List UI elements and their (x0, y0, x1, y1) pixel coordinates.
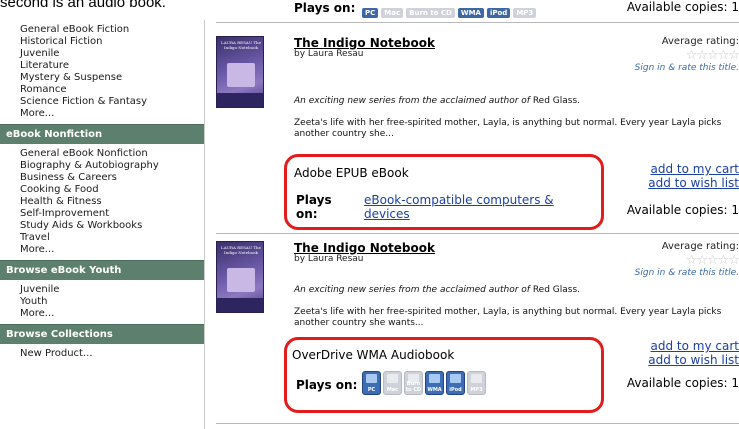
mac-badge[interactable]: Mac (381, 8, 404, 18)
sidebar-header-ebook-youth: Browse eBook Youth (0, 260, 204, 280)
cover-text: LAURA RESAU The Indigo Notebook (221, 40, 261, 50)
ipod-glyph (450, 374, 461, 383)
sidebar-item-juvenile[interactable]: Juvenile (20, 48, 204, 60)
author-text: by Laura Resau (294, 49, 364, 59)
cover-footer (217, 298, 263, 312)
sidebar-item-general-ebook-nonfiction[interactable]: General eBook Nonfiction (20, 148, 204, 160)
available-copies: Available copies: 1 (626, 203, 739, 217)
compatible-devices-link[interactable]: eBook-compatible computers & devices (364, 193, 574, 221)
title-link[interactable]: The Indigo Notebook (294, 36, 435, 50)
sidebar-item-study-aids[interactable]: Study Aids & Workbooks (20, 220, 204, 232)
mp3-label: MP3 (470, 387, 483, 393)
tagline-text: An exciting new series from the acclaime… (294, 285, 580, 295)
sidebar-item-travel[interactable]: Travel (20, 232, 204, 244)
plays-on-label: Plays on: (296, 378, 358, 392)
add-to-wish-list-link[interactable]: add to wish list (648, 353, 739, 367)
fiction-list: General eBook Fiction Historical Fiction… (0, 20, 204, 120)
platform-icons: PC Mac Burn to CD WMA iPod MP3 (362, 371, 486, 395)
wma-badge[interactable]: WMA (457, 8, 484, 18)
sidebar-header-ebook-nonfiction: eBook Nonfiction (0, 124, 204, 144)
title-item-ebook: LAURA RESAU The Indigo Notebook The Indi… (216, 36, 739, 236)
sidebar-item-cooking-food[interactable]: Cooking & Food (20, 184, 204, 196)
tagline-main: An exciting new series from the acclaime… (294, 285, 533, 295)
available-copies: Available copies: 1 (626, 0, 739, 14)
ipod-badge[interactable]: iPod (486, 8, 511, 18)
mac-icon[interactable]: Mac (383, 371, 402, 395)
format-name: Adobe EPUB eBook (294, 166, 409, 180)
pc-badge[interactable]: PC (362, 8, 379, 18)
wma-icon[interactable]: WMA (425, 371, 444, 395)
burn-cd-icon[interactable]: Burn to CD (404, 371, 423, 395)
add-to-cart-link[interactable]: add to my cart (651, 162, 739, 176)
average-rating-label: Average rating: (661, 36, 739, 47)
title-item-audiobook: LAURA RESAU The Indigo Notebook The Indi… (216, 241, 739, 416)
sidebar-item-literature[interactable]: Literature (20, 60, 204, 72)
rating-stars-icon[interactable]: ☆☆☆☆☆ (686, 253, 739, 268)
add-to-wish-list-link[interactable]: add to wish list (648, 176, 739, 190)
cover-art (227, 63, 255, 87)
tagline-text: An exciting new series from the acclaime… (294, 96, 580, 106)
previous-item-row: Plays on: PC Mac Burn to CD WMA iPod MP3… (216, 0, 739, 23)
sign-in-rate-link[interactable]: Sign in & rate this title. (635, 63, 739, 73)
mac-glyph (387, 374, 398, 383)
tagline-book: Red Glass. (532, 96, 581, 106)
description-text: Zeeta's life with her free-spirited moth… (294, 307, 722, 328)
burn-cd-label: Burn to CD (405, 381, 422, 393)
youth-list: Juvenile Youth More... (0, 280, 204, 320)
available-copies: Available copies: 1 (626, 376, 739, 390)
wma-label: WMA (427, 387, 442, 393)
sidebar-item-mystery-suspense[interactable]: Mystery & Suspense (20, 72, 204, 84)
sidebar-item-more-fiction[interactable]: More... (20, 108, 204, 120)
ipod-icon[interactable]: iPod (446, 371, 465, 395)
mp3-icon[interactable]: MP3 (467, 371, 486, 395)
sidebar-item-business-careers[interactable]: Business & Careers (20, 172, 204, 184)
sidebar-item-new-product[interactable]: New Product... (20, 348, 204, 360)
wma-glyph (429, 374, 440, 383)
sidebar: General eBook Fiction Historical Fiction… (0, 20, 205, 429)
plays-on-label: Plays on: (296, 193, 332, 221)
cover-text: LAURA RESAU The Indigo Notebook (221, 245, 261, 255)
sign-in-rate-link[interactable]: Sign in & rate this title. (635, 268, 739, 278)
sidebar-item-health-fitness[interactable]: Health & Fitness (20, 196, 204, 208)
tagline-main: An exciting new series from the acclaime… (294, 96, 533, 106)
tagline-book: Red Glass. (532, 285, 581, 295)
sidebar-item-youth-juvenile[interactable]: Juvenile (20, 284, 204, 296)
sidebar-item-biography[interactable]: Biography & Autobiography (20, 160, 204, 172)
collections-list: New Product... (0, 344, 204, 360)
title-link[interactable]: The Indigo Notebook (294, 241, 435, 255)
sidebar-item-youth[interactable]: Youth (20, 296, 204, 308)
format-name: OverDrive WMA Audiobook (292, 348, 455, 362)
sidebar-item-self-improvement[interactable]: Self-Improvement (20, 208, 204, 220)
sidebar-item-more-nonfiction[interactable]: More... (20, 244, 204, 256)
sidebar-header-collections: Browse Collections (0, 324, 204, 344)
pc-glyph (366, 374, 377, 383)
mp3-badge[interactable]: MP3 (513, 8, 537, 18)
platform-badges: PC Mac Burn to CD WMA iPod MP3 (362, 8, 537, 18)
book-cover-image[interactable]: LAURA RESAU The Indigo Notebook (216, 36, 264, 108)
ipod-label: iPod (449, 387, 462, 393)
rating-stars-icon[interactable]: ☆☆☆☆☆ (686, 48, 739, 63)
sidebar-item-historical-fiction[interactable]: Historical Fiction (20, 36, 204, 48)
caption-text: second is an audio book. (0, 0, 166, 11)
row-divider (216, 233, 739, 234)
sidebar-item-science-fiction-fantasy[interactable]: Science Fiction & Fantasy (20, 96, 204, 108)
sidebar-item-more-youth[interactable]: More... (20, 308, 204, 320)
mp3-glyph (471, 374, 482, 383)
author-text: by Laura Resau (294, 254, 364, 264)
add-to-cart-link[interactable]: add to my cart (651, 339, 739, 353)
cover-art (227, 268, 255, 292)
plays-on-label: Plays on: (294, 1, 356, 15)
nonfiction-list: General eBook Nonfiction Biography & Aut… (0, 144, 204, 256)
cover-footer (217, 93, 263, 107)
sidebar-item-romance[interactable]: Romance (20, 84, 204, 96)
average-rating-label: Average rating: (661, 241, 739, 252)
burn-cd-badge[interactable]: Burn to CD (406, 8, 455, 18)
sidebar-item-general-ebook-fiction[interactable]: General eBook Fiction (20, 24, 204, 36)
pc-label: PC (367, 387, 376, 393)
description-text: Zeeta's life with her free-spirited moth… (294, 118, 722, 139)
row-divider (216, 423, 739, 424)
book-cover-image[interactable]: LAURA RESAU The Indigo Notebook (216, 241, 264, 313)
mac-label: Mac (386, 387, 399, 393)
pc-icon[interactable]: PC (362, 371, 381, 395)
